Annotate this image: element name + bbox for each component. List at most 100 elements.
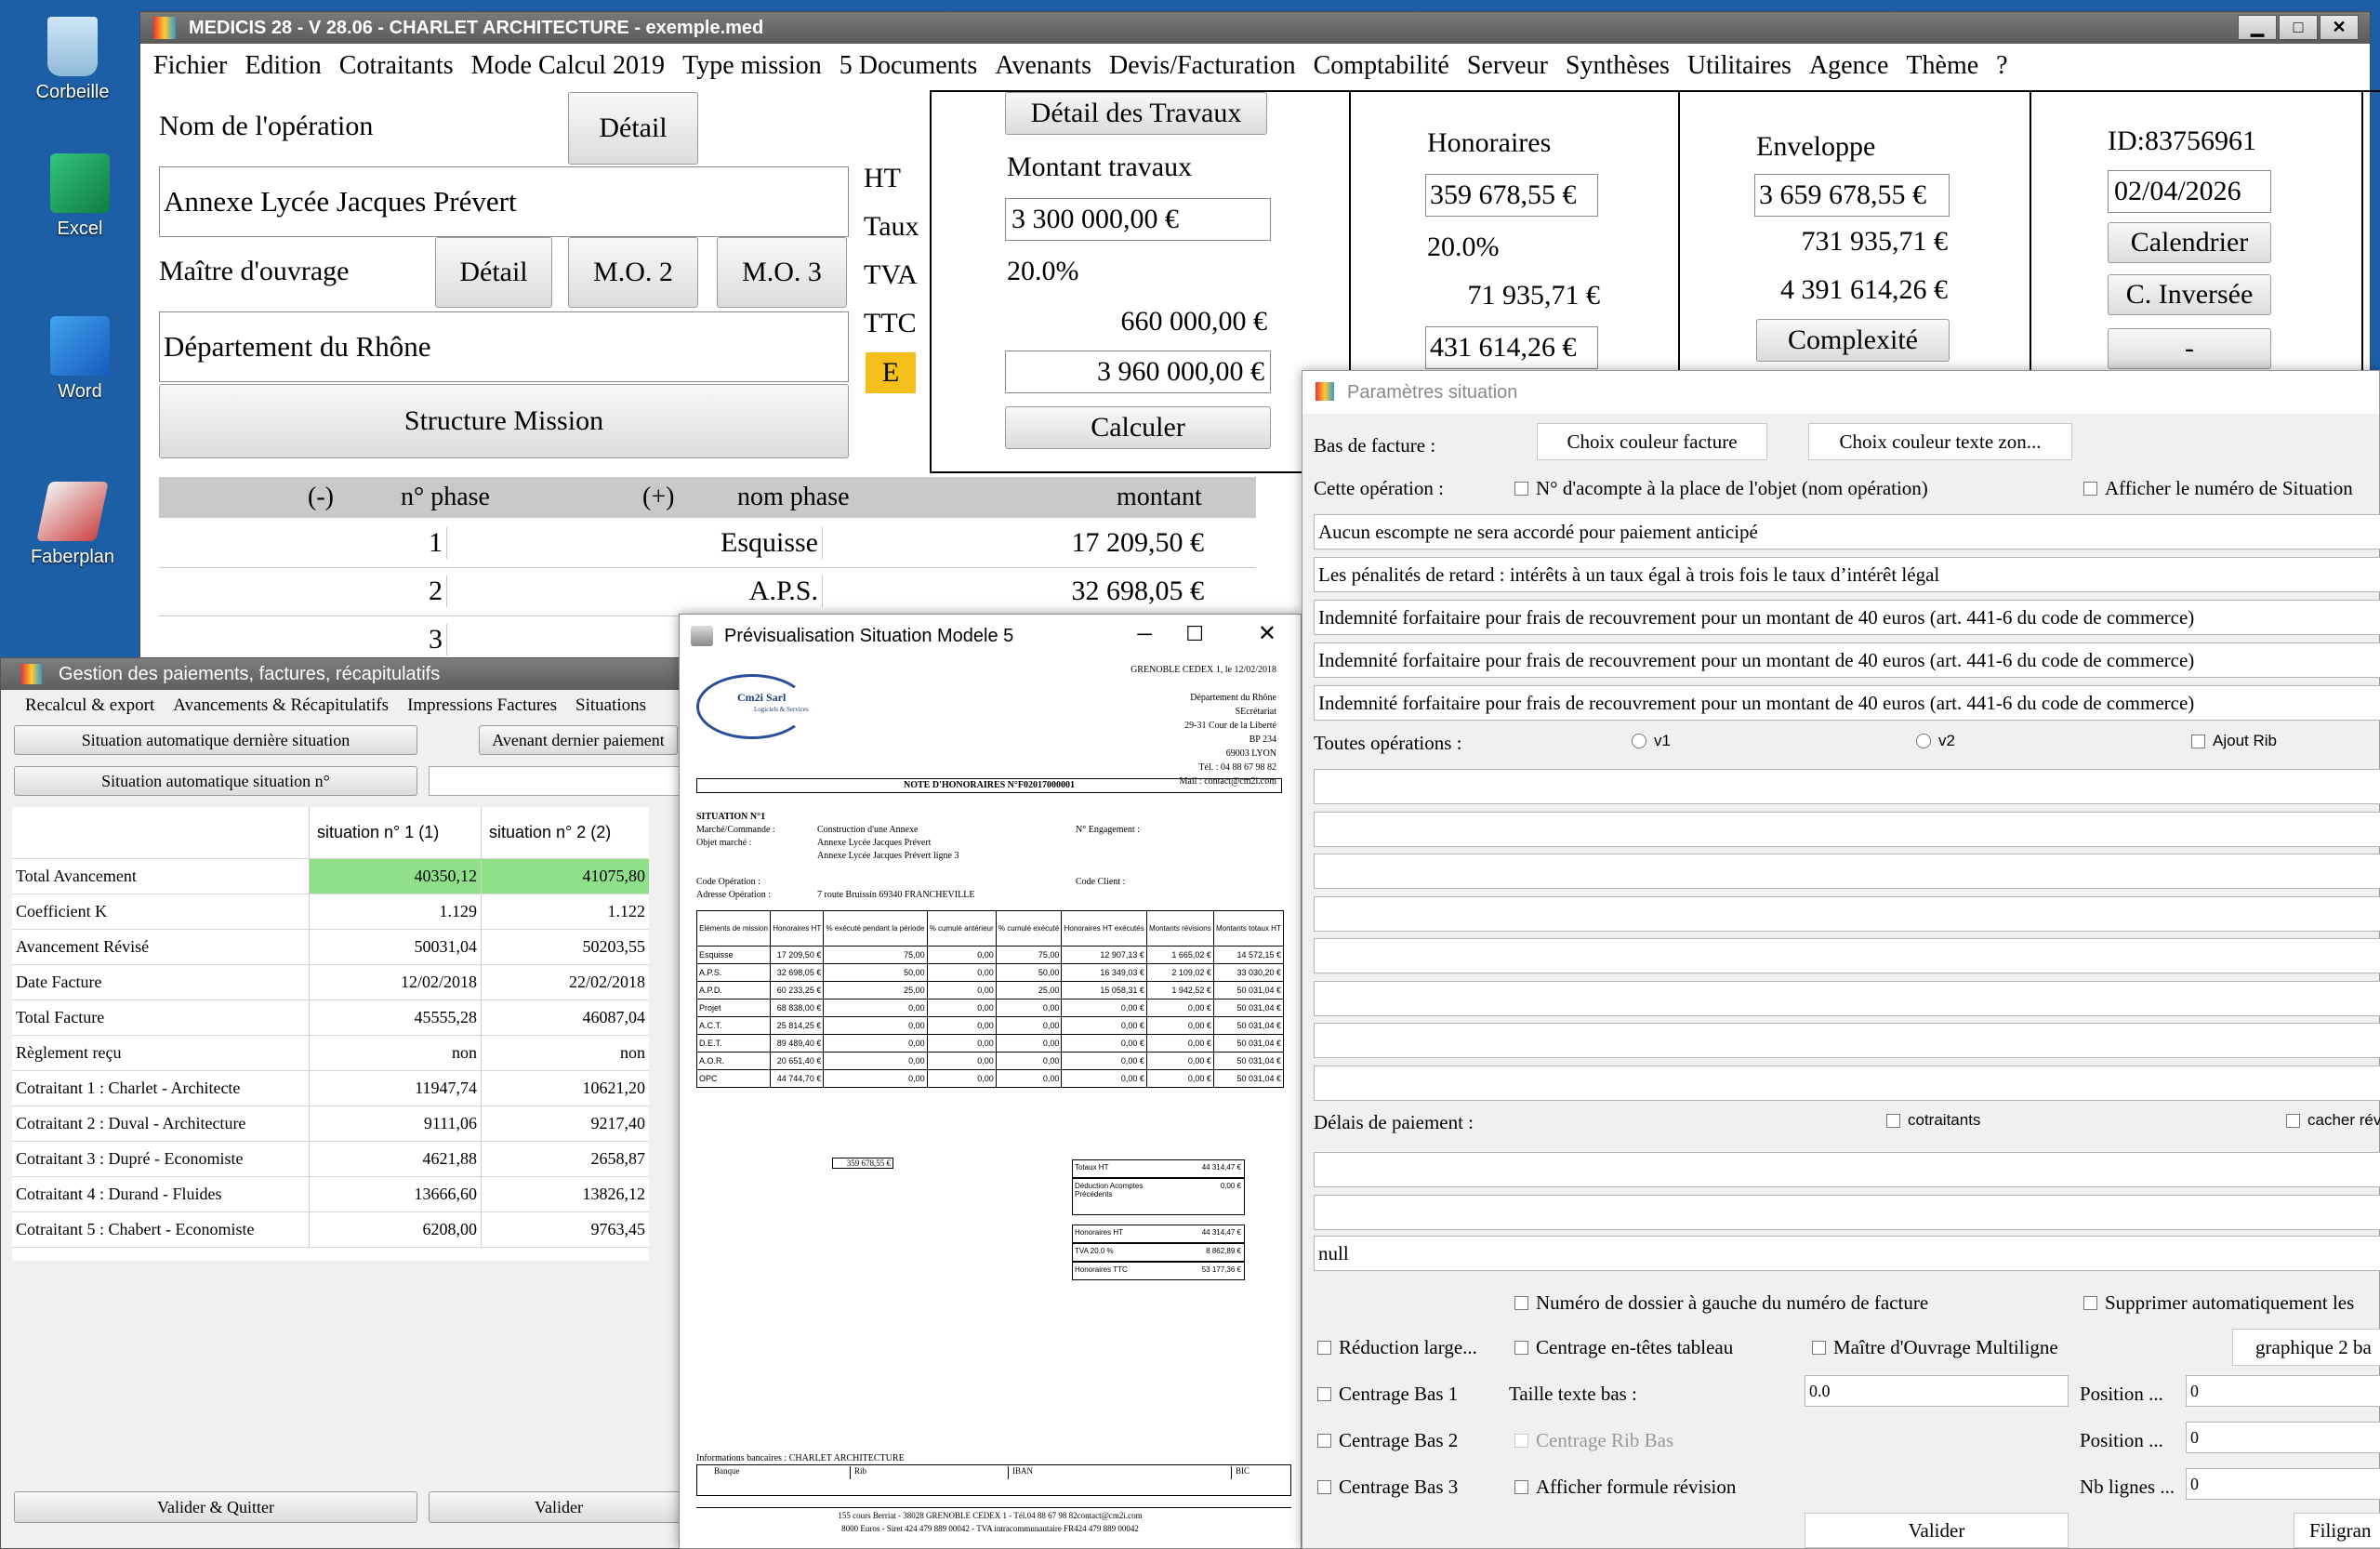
situation-row[interactable]: Cotraitant 3 : Dupré - Economiste 4621,88… [12,1142,649,1177]
menu-item[interactable]: Thème [1906,51,1978,81]
null-field[interactable]: null [1314,1236,2380,1271]
centrage-bas3-checkbox[interactable]: Centrage Bas 3 [1317,1476,1458,1499]
bas-facture-field[interactable]: Les pénalités de retard : intérêts à un … [1314,557,2380,592]
valider-quitter-button[interactable]: Valider & Quitter [14,1491,417,1523]
menu-item[interactable]: Utilitaires [1687,51,1792,81]
ajout-rib-checkbox[interactable]: Ajout Rib [2191,732,2277,750]
nb-lignes-input[interactable]: 0 [2186,1468,2380,1500]
bas-facture-field[interactable]: Aucun escompte ne sera accordé pour paie… [1314,514,2380,549]
mo-detail-button[interactable]: Détail [435,237,552,308]
checkbox-box[interactable] [1514,1341,1528,1355]
dash-button[interactable]: - [2108,328,2271,369]
row-value-1[interactable]: 6208,00 [310,1212,482,1247]
checkbox-box[interactable] [2083,1296,2097,1310]
row-value-1[interactable]: 45555,28 [310,1000,482,1035]
radio-circle[interactable] [1632,734,1646,748]
checkbox-box[interactable] [2083,482,2097,496]
checkbox-box[interactable] [1514,1296,1528,1310]
row-value-1[interactable]: 40350,12 [310,859,482,894]
position-input-1[interactable]: 0 [2186,1375,2380,1407]
row-value-1[interactable]: 50031,04 [310,930,482,964]
row-value-1[interactable]: 11947,74 [310,1071,482,1105]
checkbox-box[interactable] [1317,1480,1331,1494]
checkbox-box[interactable] [1812,1341,1826,1355]
col-situation-2[interactable]: situation n° 2 (2) [482,807,649,858]
toutes-operations-field[interactable] [1314,895,2380,932]
numero-dossier-checkbox[interactable]: Numéro de dossier à gauche du numéro de … [1514,1291,1928,1315]
row-value-2[interactable]: 50203,55 [482,930,649,964]
menu-item[interactable]: Agence [1809,51,1889,81]
afficher-numero-checkbox[interactable]: Afficher le numéro de Situation [2083,477,2353,500]
checkbox-box[interactable] [2191,734,2205,748]
minus-header[interactable]: (-) [308,483,334,512]
situation-row[interactable]: Avancement Révisé 50031,04 50203,55 [12,930,649,965]
row-value-2[interactable]: 13826,12 [482,1177,649,1211]
checkbox-box[interactable] [1317,1387,1331,1401]
situation-row[interactable]: Cotraitant 2 : Duval - Architecture 9111,… [12,1106,649,1142]
acompte-checkbox[interactable]: N° d'acompte à la place de l'objet (nom … [1514,477,1928,500]
taille-texte-input[interactable]: 0.0 [1805,1375,2069,1407]
row-value-2[interactable]: 10621,20 [482,1071,649,1105]
checkbox-box[interactable] [2286,1113,2300,1128]
row-value-2[interactable]: 1.122 [482,894,649,929]
situation-auto-n-button[interactable]: Situation automatique situation n° [14,766,417,796]
desktop-icon-excel[interactable]: Excel [24,153,136,240]
maximize-button[interactable]: ☐ [1185,622,1204,646]
situation-auto-derniere-button[interactable]: Situation automatique dernière situation [14,725,417,755]
desktop-icon-faberplan[interactable]: Faberplan [17,482,128,568]
c-inversee-button[interactable]: C. Inversée [2108,274,2271,315]
honoraires-ttc-field[interactable]: 431 614,26 € [1425,326,1598,369]
row-value-2[interactable]: 46087,04 [482,1000,649,1035]
toutes-operations-field[interactable] [1314,811,2380,847]
v2-radio[interactable]: v2 [1916,732,1955,750]
desktop-icon-word[interactable]: Word [24,316,136,403]
gestion-valider-button[interactable]: Valider [429,1491,689,1523]
menu-item[interactable]: Mode Calcul 2019 [471,51,665,81]
situation-row[interactable]: Date Facture 12/02/2018 22/02/2018 [12,965,649,1000]
graphique-button[interactable]: graphique 2 ba [2232,1329,2380,1366]
radio-circle[interactable] [1916,734,1931,748]
checkbox-box[interactable] [1886,1113,1900,1128]
operation-name-field[interactable]: Annexe Lycée Jacques Prévert [159,166,849,237]
detail-travaux-button[interactable]: Détail des Travaux [1005,92,1267,135]
plus-header[interactable]: (+) [642,483,674,512]
situation-row[interactable]: Total Facture 45555,28 46087,04 [12,1000,649,1036]
minimize-button[interactable]: ─ [1137,622,1152,646]
position-input-2[interactable]: 0 [2186,1422,2380,1453]
situation-row[interactable]: Coefficient K 1.129 1.122 [12,894,649,930]
avenant-dernier-paiement-button[interactable]: Avenant dernier paiement [479,725,678,755]
delais-field-2[interactable] [1314,1195,2380,1230]
situation-row[interactable]: Cotraitant 5 : Chabert - Economiste 6208,… [12,1212,649,1248]
mo-name-field[interactable]: Département du Rhône [159,311,849,382]
afficher-formule-checkbox[interactable]: Afficher formule révision [1514,1476,1736,1499]
reduction-checkbox[interactable]: Réduction large... [1317,1336,1477,1359]
situation-row[interactable]: Règlement reçu non non [12,1036,649,1071]
centrage-entetes-checkbox[interactable]: Centrage en-têtes tableau [1514,1336,1733,1359]
gestion-menu-item[interactable]: Recalcul & export [25,695,154,716]
toutes-operations-field[interactable] [1314,980,2380,1016]
menu-item[interactable]: Devis/Facturation [1109,51,1296,81]
menu-item[interactable]: Avenants [995,51,1091,81]
checkbox-box[interactable] [1317,1434,1331,1448]
row-value-1[interactable]: 9111,06 [310,1106,482,1141]
situation-row[interactable]: Cotraitant 4 : Durand - Fluides 13666,60 1… [12,1177,649,1212]
checkbox-box[interactable] [1514,482,1528,496]
e-badge[interactable]: E [866,352,916,393]
col-situation-1[interactable]: situation n° 1 (1) [310,807,482,858]
complexite-button[interactable]: Complexité [1756,319,1950,362]
row-value-2[interactable]: 22/02/2018 [482,965,649,1000]
v1-radio[interactable]: v1 [1632,732,1671,750]
menu-item[interactable]: ? [1996,51,2007,81]
row-value-2[interactable]: 41075,80 [482,859,649,894]
toutes-operations-field[interactable] [1314,854,2380,889]
gestion-menu-item[interactable]: Avancements & Récapitulatifs [173,695,389,716]
row-value-1[interactable]: 12/02/2018 [310,965,482,1000]
toutes-operations-field[interactable] [1314,1023,2380,1058]
filigrane-button[interactable]: Filigran [2294,1513,2380,1548]
bas-facture-field[interactable]: Indemnité forfaitaire pour frais de reco… [1314,685,2380,721]
honoraires-ht-field[interactable]: 359 678,55 € [1425,174,1598,217]
montant-travaux-field[interactable]: 3 300 000,00 € [1005,198,1271,241]
cacher-rev-checkbox[interactable]: cacher rév [2286,1111,2380,1130]
operation-detail-button[interactable]: Détail [568,92,698,165]
minimize-button[interactable]: ▁ [2238,15,2277,40]
